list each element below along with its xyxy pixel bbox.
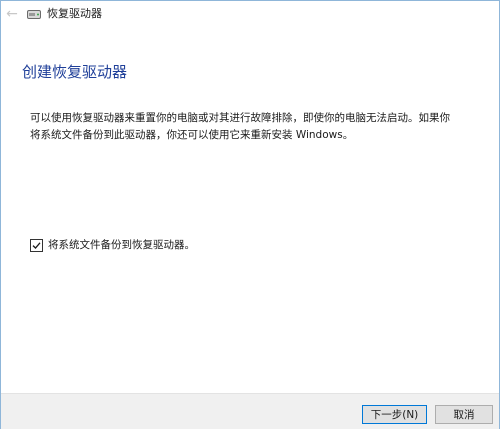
wizard-window: ← 恢复驱动器 创建恢复驱动器 可以使用恢复驱动器来重置你的电脑或对其进行故障排… [0, 0, 500, 429]
back-arrow-icon[interactable]: ← [3, 5, 21, 23]
backup-system-files-option[interactable]: 将系统文件备份到恢复驱动器。 [30, 237, 195, 253]
button-bar: 下一步(N) 取消 [1, 393, 499, 429]
backup-checkbox[interactable] [30, 238, 43, 252]
page-title: 创建恢复驱动器 [22, 63, 128, 81]
description-text: 可以使用恢复驱动器来重置你的电脑或对其进行故障排除，即使你的电脑无法启动。如果你… [30, 112, 450, 141]
checkmark-icon [32, 241, 41, 249]
backup-checkbox-label: 将系统文件备份到恢复驱动器。 [48, 239, 195, 251]
drive-icon [27, 10, 41, 19]
title-bar: ← 恢复驱动器 [1, 1, 499, 27]
next-button[interactable]: 下一步(N) [362, 405, 427, 424]
cancel-button[interactable]: 取消 [435, 405, 493, 424]
window-title: 恢复驱动器 [47, 7, 102, 20]
